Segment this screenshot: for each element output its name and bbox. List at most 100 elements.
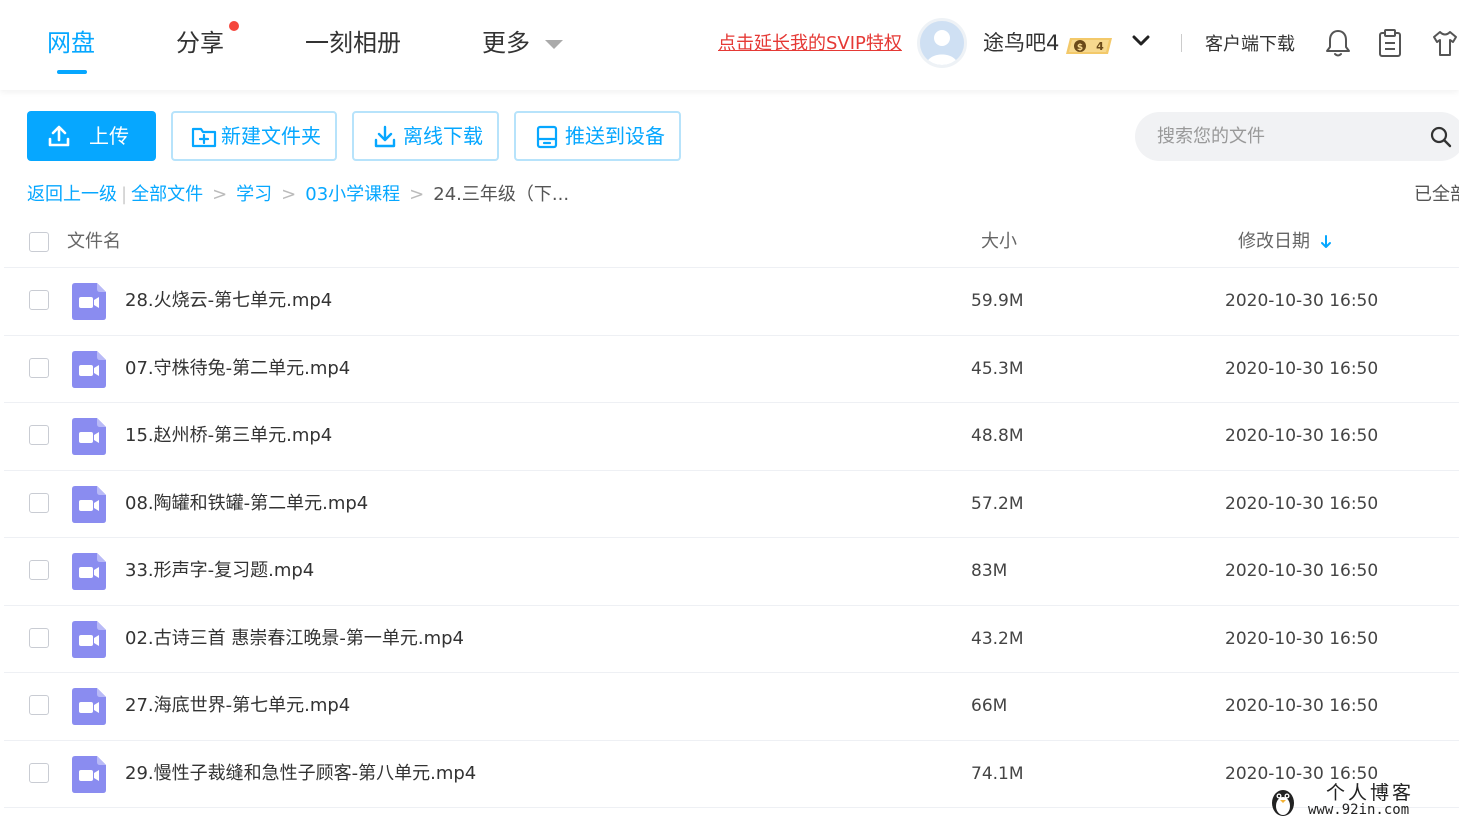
- active-tab-indicator: [57, 70, 87, 74]
- tab-share[interactable]: 分享: [176, 26, 224, 60]
- chevron-down-icon[interactable]: [1131, 33, 1151, 49]
- file-date: 2020-10-30 16:50: [1225, 426, 1379, 446]
- watermark-url: www.92in.com: [1308, 802, 1410, 818]
- breadcrumb-current: 24.三年级（下...: [433, 184, 570, 205]
- column-header-size[interactable]: 大小: [981, 229, 1017, 255]
- file-name[interactable]: 28.火烧云-第七单元.mp4: [125, 288, 332, 314]
- avatar[interactable]: [917, 18, 967, 68]
- breadcrumb-separator: >: [281, 184, 297, 205]
- offline-download-label: 离线下载: [403, 124, 483, 148]
- select-all-checkbox[interactable]: [29, 232, 49, 252]
- sort-desc-icon[interactable]: [1320, 235, 1332, 249]
- breadcrumb-divider: |: [121, 184, 128, 205]
- upload-label: 上传: [89, 124, 129, 148]
- table-row[interactable]: 28.火烧云-第七单元.mp4 59.9M 2020-10-30 16:50: [4, 268, 1459, 336]
- breadcrumb-back-link[interactable]: 返回上一级: [27, 182, 117, 208]
- video-file-icon: [72, 755, 106, 793]
- breadcrumb-item-study[interactable]: 学习: [236, 182, 272, 208]
- table-row[interactable]: 08.陶罐和铁罐-第二单元.mp4 57.2M 2020-10-30 16:50: [4, 471, 1459, 538]
- vip-level: 4: [1096, 40, 1104, 53]
- file-name[interactable]: 15.赵州桥-第三单元.mp4: [125, 423, 332, 449]
- file-size: 43.2M: [971, 628, 1024, 649]
- watermark: 个人博客 www.92in.com: [1262, 781, 1452, 821]
- tab-netdisk[interactable]: 网盘: [47, 26, 95, 60]
- video-file-icon: [72, 620, 106, 658]
- table-row[interactable]: 15.赵州桥-第三单元.mp4 48.8M 2020-10-30 16:50: [4, 403, 1459, 471]
- table-row[interactable]: 27.海底世界-第七单元.mp4 66M 2020-10-30 16:50: [4, 673, 1459, 741]
- row-checkbox[interactable]: [29, 357, 49, 378]
- column-header-date[interactable]: 修改日期: [1238, 229, 1310, 255]
- offline-download-button[interactable]: 离线下载: [352, 111, 499, 161]
- device-icon: [536, 125, 558, 149]
- column-header-name[interactable]: 文件名: [67, 229, 121, 255]
- row-checkbox[interactable]: [29, 492, 49, 513]
- svip-extend-link[interactable]: 点击延长我的SVIP特权: [718, 31, 902, 57]
- file-size: 83M: [971, 561, 1008, 581]
- file-size: 57.2M: [971, 493, 1024, 514]
- search-input[interactable]: [1157, 121, 1417, 151]
- file-name[interactable]: 29.慢性子裁缝和急性子顾客-第八单元.mp4: [125, 761, 476, 787]
- penguin-icon: [1272, 790, 1294, 816]
- table-row[interactable]: 33.形声字-复习题.mp4 83M 2020-10-30 16:50: [4, 538, 1459, 606]
- file-name[interactable]: 02.古诗三首 惠崇春江晚景-第一单元.mp4: [125, 626, 464, 652]
- file-size: 66M: [971, 696, 1008, 716]
- table-row[interactable]: 07.守株待兔-第二单元.mp4 45.3M 2020-10-30 16:50: [4, 336, 1459, 403]
- breadcrumb-item-all-files[interactable]: 全部文件: [131, 182, 203, 208]
- clipboard-icon[interactable]: [1376, 28, 1404, 58]
- loaded-status: 已全部: [1414, 184, 1459, 205]
- breadcrumb-item-course[interactable]: 03小学课程: [305, 182, 400, 208]
- file-name[interactable]: 27.海底世界-第七单元.mp4: [125, 693, 350, 719]
- row-checkbox[interactable]: [29, 627, 49, 648]
- upload-button[interactable]: 上传: [27, 111, 156, 161]
- caret-down-icon[interactable]: [545, 40, 563, 49]
- table-row[interactable]: 29.慢性子裁缝和急性子顾客-第八单元.mp4 74.1M 2020-10-30 1…: [4, 741, 1459, 808]
- file-name[interactable]: 07.守株待兔-第二单元.mp4: [125, 356, 350, 382]
- search-icon[interactable]: [1429, 125, 1453, 149]
- shirt-icon[interactable]: [1431, 28, 1459, 58]
- divider: [1181, 34, 1182, 52]
- row-checkbox[interactable]: [29, 762, 49, 783]
- video-file-icon: [72, 553, 106, 590]
- file-name[interactable]: 33.形声字-复习题.mp4: [125, 558, 314, 584]
- file-size: 74.1M: [971, 763, 1024, 784]
- client-download-link[interactable]: 客户端下载: [1205, 32, 1295, 58]
- new-folder-button[interactable]: 新建文件夹: [171, 111, 337, 161]
- file-date: 2020-10-30 16:50: [1225, 696, 1379, 716]
- breadcrumb-separator: >: [409, 184, 425, 205]
- table-header: 文件名 大小 修改日期: [4, 216, 1459, 268]
- file-date: 2020-10-30 16:50: [1225, 561, 1379, 581]
- row-checkbox[interactable]: [29, 695, 49, 715]
- top-nav: 网盘 分享 一刻相册 更多 点击延长我的SVIP特权 途鸟吧4 $ 4 客户端下…: [0, 0, 1459, 90]
- file-date: 2020-10-30 16:50: [1225, 493, 1379, 514]
- video-file-icon: [72, 418, 106, 455]
- push-device-button[interactable]: 推送到设备: [514, 111, 681, 161]
- tab-album[interactable]: 一刻相册: [305, 26, 401, 60]
- search-box: [1135, 112, 1459, 161]
- push-device-label: 推送到设备: [565, 124, 665, 148]
- username[interactable]: 途鸟吧4: [983, 28, 1059, 58]
- video-file-icon: [72, 350, 106, 388]
- notification-dot: [229, 21, 239, 31]
- file-size: 45.3M: [971, 358, 1024, 379]
- download-icon: [374, 125, 396, 148]
- file-date: 2020-10-30 16:50: [1225, 291, 1379, 311]
- svg-text:$: $: [1077, 43, 1083, 53]
- video-file-icon: [72, 688, 106, 725]
- row-checkbox[interactable]: [29, 290, 49, 310]
- file-size: 48.8M: [971, 426, 1024, 446]
- row-checkbox[interactable]: [29, 425, 49, 445]
- row-checkbox[interactable]: [29, 560, 49, 580]
- file-date: 2020-10-30 16:50: [1225, 628, 1379, 649]
- new-folder-icon: [191, 127, 217, 148]
- tab-more[interactable]: 更多: [482, 26, 530, 60]
- new-folder-label: 新建文件夹: [221, 124, 321, 148]
- breadcrumb: 返回上一级 | 全部文件 > 学习 >03小学课程 >24.三年级（下...: [27, 182, 569, 208]
- upload-icon: [48, 125, 70, 147]
- bell-icon[interactable]: [1324, 28, 1352, 58]
- table-row[interactable]: 02.古诗三首 惠崇春江晚景-第一单元.mp4 43.2M 2020-10-30 1…: [4, 606, 1459, 673]
- file-name[interactable]: 08.陶罐和铁罐-第二单元.mp4: [125, 491, 368, 517]
- video-file-icon: [72, 283, 106, 320]
- file-size: 59.9M: [971, 291, 1024, 311]
- video-file-icon: [72, 485, 106, 523]
- vip-badge-icon: $ 4: [1066, 38, 1112, 54]
